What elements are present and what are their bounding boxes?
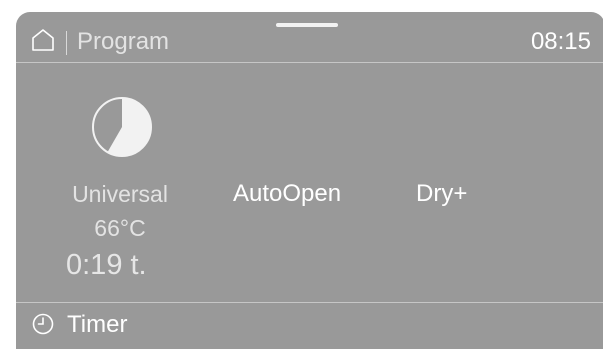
program-duration: 0:19 t. (66, 249, 147, 281)
option-autoopen[interactable]: AutoOpen (233, 180, 341, 208)
control-panel-screen: Program 08:15 Universal 66°C 0:19 t. Aut… (16, 12, 603, 349)
header-bar: Program 08:15 (16, 12, 603, 62)
header-separator (16, 62, 603, 63)
option-dry-plus[interactable]: Dry+ (416, 180, 467, 208)
page-title: Program (77, 28, 170, 55)
universal-program-icon (89, 94, 155, 160)
timer-button[interactable]: Timer (16, 303, 603, 349)
program-temperature: 66°C (94, 215, 146, 241)
home-icon[interactable] (31, 28, 55, 52)
clock-icon (32, 313, 54, 335)
header-divider (66, 31, 67, 55)
program-selection[interactable]: Universal 66°C 0:19 t. (46, 94, 194, 284)
timer-label: Timer (67, 311, 128, 338)
program-name: Universal (72, 181, 168, 207)
clock-display: 08:15 (530, 28, 591, 55)
display-bezel: Program 08:15 Universal 66°C 0:19 t. Aut… (0, 0, 603, 349)
